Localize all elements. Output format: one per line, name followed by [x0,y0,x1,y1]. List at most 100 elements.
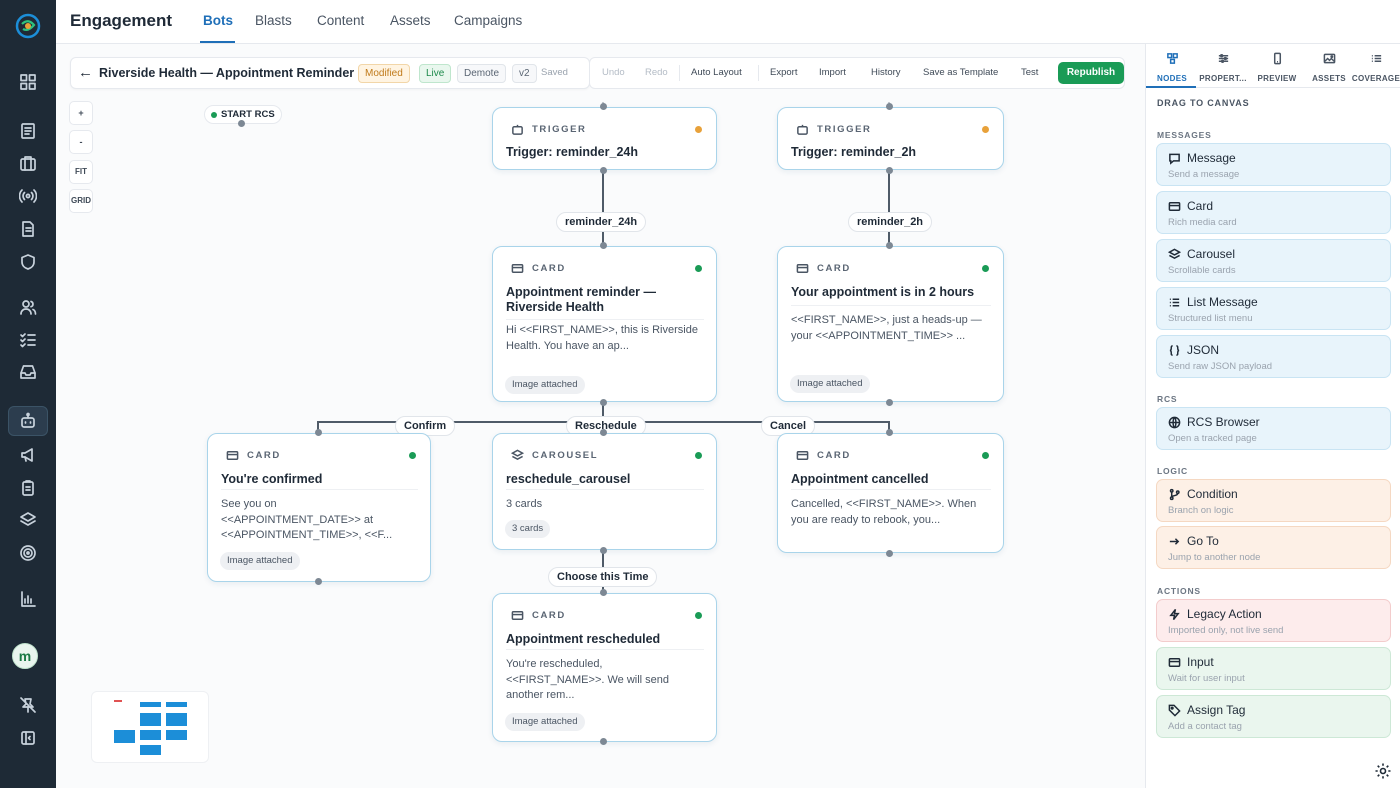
users-icon[interactable] [8,292,48,322]
clipboard-icon[interactable] [8,473,48,503]
minimap-node [166,702,187,707]
minimap[interactable] [91,691,209,763]
node-output-port[interactable] [600,738,607,745]
node-output-port[interactable] [600,399,607,406]
export-button[interactable]: Export [770,67,797,78]
card-icon [796,451,809,460]
bot-title: Riverside Health — Appointment Reminder [99,66,355,80]
auto-layout-button[interactable]: Auto Layout [691,67,742,78]
app-logo-icon[interactable] [14,12,42,40]
card-node-rescheduled[interactable]: CARD Appointment rescheduled You're resc… [492,593,717,742]
node-output-port[interactable] [886,550,893,557]
unpin-icon[interactable] [8,690,48,720]
zoom-out-button[interactable]: - [69,130,93,154]
tab-blasts[interactable]: Blasts [255,13,292,28]
start-port[interactable] [238,120,245,127]
republish-button[interactable]: Republish [1058,62,1124,84]
start-label: START RCS [221,109,275,120]
node-input-port[interactable] [886,242,893,249]
status-dot [409,452,416,459]
start-status-dot [211,112,217,118]
node-output-port[interactable] [886,399,893,406]
document-icon[interactable] [8,214,48,244]
dashboard-icon[interactable] [8,67,48,97]
zoom-in-button[interactable]: + [69,101,93,125]
panel-tab-assets[interactable]: ASSETS [1304,52,1354,86]
panel-tab-properties[interactable]: PROPERT... [1198,52,1248,86]
layers-icon[interactable] [8,505,48,535]
palette-item-json[interactable]: JSON Send raw JSON payload [1156,335,1391,378]
node-output-port[interactable] [600,167,607,174]
palette-item-go-to[interactable]: Go To Jump to another node [1156,526,1391,569]
history-button[interactable]: History [871,67,901,78]
palette-item-condition[interactable]: Condition Branch on logic [1156,479,1391,522]
card-node-reminder[interactable]: CARD Appointment reminder — Riverside He… [492,246,717,402]
node-input-port[interactable] [600,429,607,436]
briefcase-icon[interactable] [8,148,48,178]
node-output-port[interactable] [600,547,607,554]
node-input-port[interactable] [886,103,893,110]
back-arrow-icon[interactable]: ← [78,64,93,81]
redo-button[interactable]: Redo [645,67,668,78]
checklist-icon[interactable] [8,325,48,355]
node-input-port[interactable] [600,589,607,596]
node-title: You're confirmed [221,472,323,486]
analytics-icon[interactable] [8,584,48,614]
node-input-port[interactable] [315,429,322,436]
card-node-confirmed[interactable]: CARD You're confirmed See you on <<APPOI… [207,433,431,582]
megaphone-icon[interactable] [8,440,48,470]
card-node-cancelled[interactable]: CARD Appointment cancelled Cancelled, <<… [777,433,1004,553]
undo-button[interactable]: Undo [602,67,625,78]
tab-assets[interactable]: Assets [390,13,431,28]
user-avatar[interactable]: m [12,643,38,669]
news-icon[interactable] [8,116,48,146]
broadcast-icon[interactable] [8,181,48,211]
carousel-node-reschedule[interactable]: CAROUSEL reschedule_carousel 3 cards 3 c… [492,433,717,550]
test-button[interactable]: Test [1021,67,1038,78]
node-header: CARD [796,262,851,275]
palette-item-list-message[interactable]: List Message Structured list menu [1156,287,1391,330]
inbox-icon[interactable] [8,357,48,387]
node-input-port[interactable] [600,103,607,110]
node-divider [791,489,991,490]
tab-campaigns[interactable]: Campaigns [454,13,522,28]
palette-item-assign-tag[interactable]: Assign Tag Add a contact tag [1156,695,1391,738]
minimap-node [140,730,161,740]
palette-item-carousel[interactable]: Carousel Scrollable cards [1156,239,1391,282]
node-output-port[interactable] [886,167,893,174]
palette-item-input[interactable]: Input Wait for user input [1156,647,1391,690]
panel-tab-preview[interactable]: PREVIEW [1252,52,1302,86]
trigger-node-24h[interactable]: TRIGGER Trigger: reminder_24h [492,107,717,170]
fit-button[interactable]: FIT [69,160,93,184]
shield-icon[interactable] [8,247,48,277]
tab-content[interactable]: Content [317,13,364,28]
palette-item-message[interactable]: Message Send a message [1156,143,1391,186]
tab-bots[interactable]: Bots [203,13,233,28]
node-palette-panel: NODES PROPERT... PREVIEW ASSETS COVERAGE… [1145,44,1400,788]
edge-label-reminder-24h[interactable]: reminder_24h [556,212,647,232]
edge-label-reminder-2h[interactable]: reminder_2h [848,212,933,232]
demote-button[interactable]: Demote [457,64,507,83]
collapse-sidebar-icon[interactable] [8,723,48,753]
trigger-node-2h[interactable]: TRIGGER Trigger: reminder_2h [777,107,1004,170]
target-icon[interactable] [8,538,48,568]
grid-toggle-button[interactable]: GRID [69,189,93,213]
panel-tab-nodes[interactable]: NODES [1147,52,1197,86]
palette-item-rcs-browser[interactable]: RCS Browser Open a tracked page [1156,407,1391,450]
panel-tab-coverage[interactable]: COVERAGE [1351,52,1400,86]
settings-gear-icon[interactable] [1374,762,1392,780]
node-output-port[interactable] [315,578,322,585]
lightning-icon [1169,608,1180,621]
node-input-port[interactable] [600,242,607,249]
palette-item-card[interactable]: Card Rich media card [1156,191,1391,234]
node-body: 3 cards [506,498,543,510]
node-divider [791,305,991,306]
card-node-2-hours[interactable]: CARD Your appointment is in 2 hours <<FI… [777,246,1004,402]
palette-item-legacy-action[interactable]: Legacy Action Imported only, not live se… [1156,599,1391,642]
flow-canvas[interactable]: ← Riverside Health — Appointment Reminde… [56,44,1145,788]
bot-icon[interactable] [8,406,48,436]
import-button[interactable]: Import [819,67,846,78]
edge-label-choose-time[interactable]: Choose this Time [548,567,658,587]
save-as-template-button[interactable]: Save as Template [923,67,998,78]
node-input-port[interactable] [886,429,893,436]
